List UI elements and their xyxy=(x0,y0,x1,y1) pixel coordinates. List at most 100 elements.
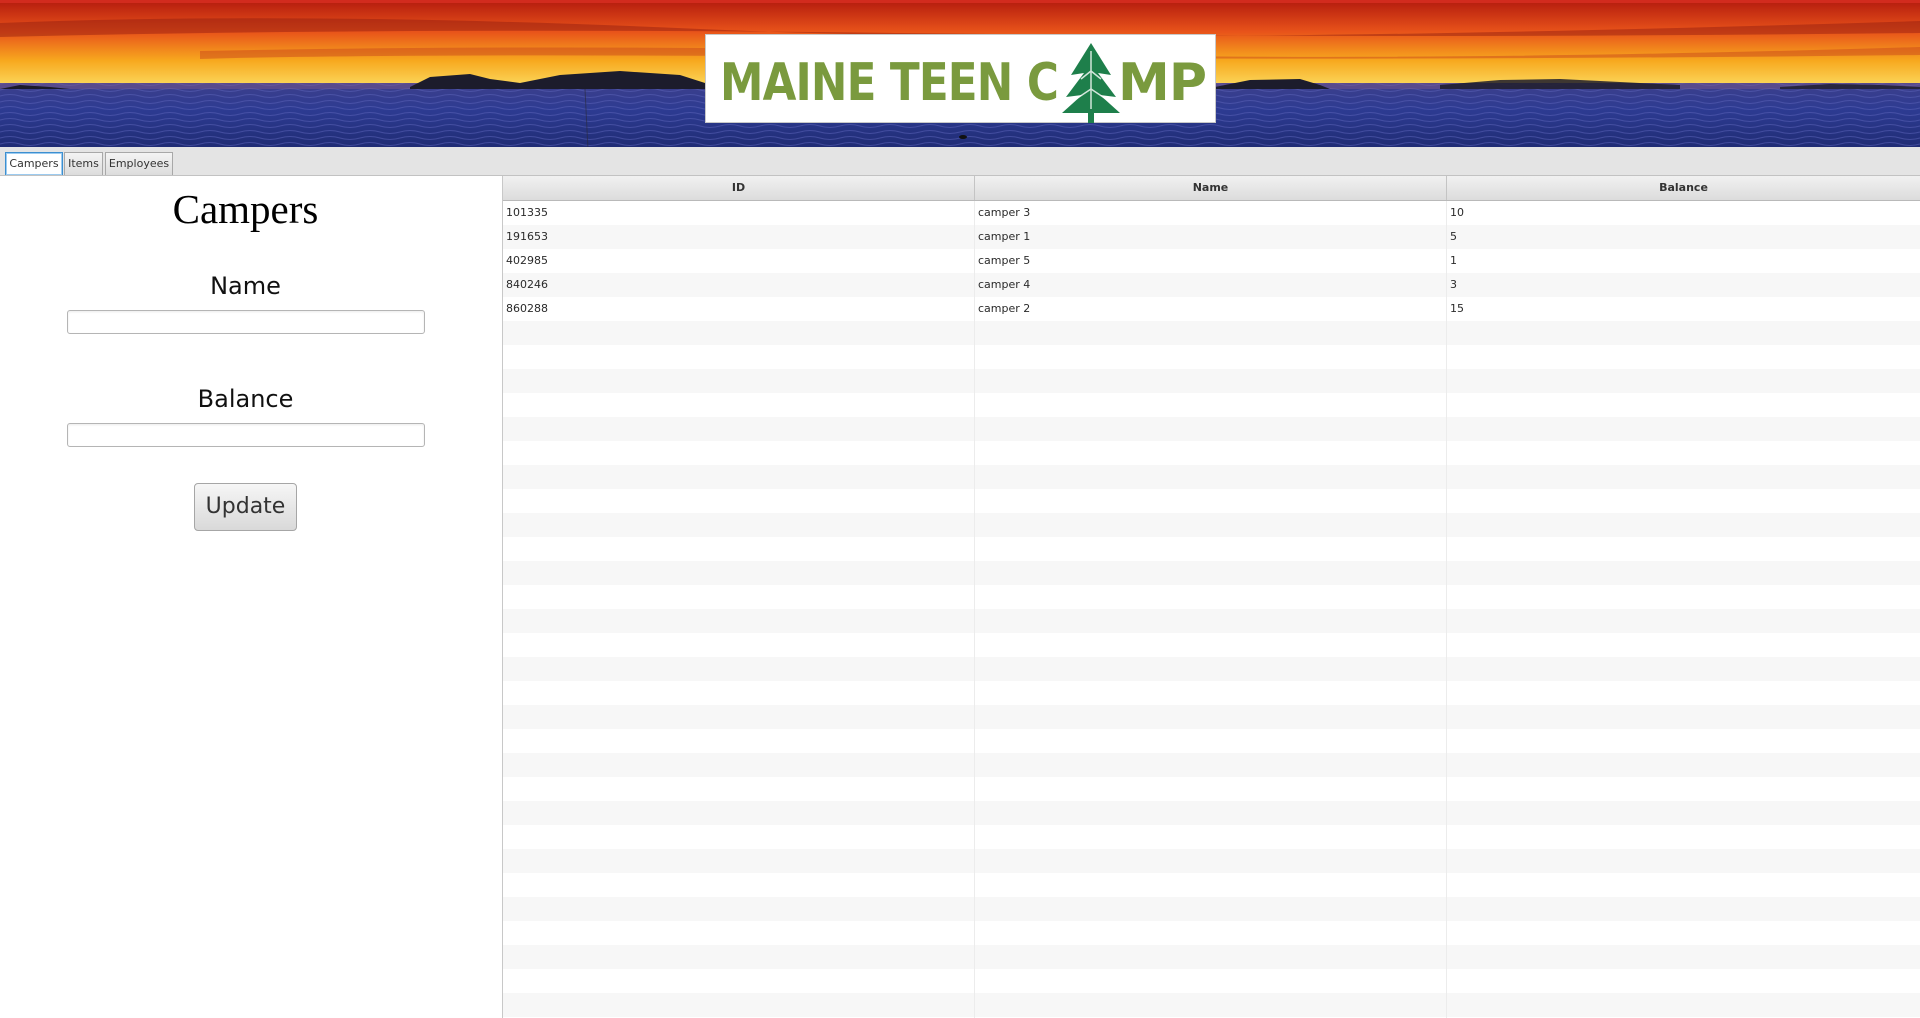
cell-balance: 15 xyxy=(1447,297,1920,321)
cell-balance xyxy=(1447,609,1920,633)
cell-id xyxy=(503,537,975,561)
table-row[interactable]: 840246 camper 43 xyxy=(503,273,1920,297)
tab-campers[interactable]: Campers xyxy=(5,152,63,175)
cell-id: 840246 xyxy=(503,273,975,297)
cell-id xyxy=(503,729,975,753)
cell-balance xyxy=(1447,537,1920,561)
cell-balance xyxy=(1447,705,1920,729)
cell-name xyxy=(975,321,1447,345)
cell-id xyxy=(503,777,975,801)
empty-table-row[interactable] xyxy=(503,321,1920,345)
cell-name xyxy=(975,393,1447,417)
empty-table-row[interactable] xyxy=(503,417,1920,441)
table-row[interactable]: 101335 camper 3 10 xyxy=(503,201,1920,225)
empty-table-row[interactable] xyxy=(503,729,1920,753)
empty-table-row[interactable] xyxy=(503,561,1920,585)
empty-table-row[interactable] xyxy=(503,441,1920,465)
cell-balance xyxy=(1447,897,1920,921)
cell-id xyxy=(503,561,975,585)
cell-balance xyxy=(1447,921,1920,945)
cell-name: camper 4 xyxy=(975,273,1447,297)
cell-name xyxy=(975,441,1447,465)
cell-id: 860288 xyxy=(503,297,975,321)
cell-name xyxy=(975,945,1447,969)
cell-name xyxy=(975,345,1447,369)
empty-table-row[interactable] xyxy=(503,753,1920,777)
cell-name: camper 5 xyxy=(975,249,1447,273)
cell-balance xyxy=(1447,561,1920,585)
empty-table-row[interactable] xyxy=(503,537,1920,561)
empty-table-row[interactable] xyxy=(503,849,1920,873)
cell-id xyxy=(503,753,975,777)
empty-table-row[interactable] xyxy=(503,897,1920,921)
cell-name xyxy=(975,873,1447,897)
cell-id xyxy=(503,657,975,681)
empty-table-row[interactable] xyxy=(503,777,1920,801)
table-row[interactable]: 402985 camper 51 xyxy=(503,249,1920,273)
empty-table-row[interactable] xyxy=(503,873,1920,897)
balance-input[interactable] xyxy=(67,423,425,447)
cell-name xyxy=(975,513,1447,537)
cell-name xyxy=(975,489,1447,513)
column-header-balance[interactable]: Balance xyxy=(1447,176,1920,200)
cell-name xyxy=(975,777,1447,801)
empty-table-row[interactable] xyxy=(503,345,1920,369)
cell-name xyxy=(975,849,1447,873)
cell-id xyxy=(503,393,975,417)
cell-balance xyxy=(1447,489,1920,513)
empty-table-row[interactable] xyxy=(503,825,1920,849)
empty-table-row[interactable] xyxy=(503,633,1920,657)
svg-text:MP: MP xyxy=(1118,53,1206,113)
empty-table-row[interactable] xyxy=(503,969,1920,993)
cell-balance xyxy=(1447,753,1920,777)
empty-table-row[interactable] xyxy=(503,465,1920,489)
camper-form: Campers Name Balance Update xyxy=(0,176,502,1018)
cell-name: camper 2 xyxy=(975,297,1447,321)
empty-table-row[interactable] xyxy=(503,801,1920,825)
cell-id xyxy=(503,417,975,441)
cell-balance xyxy=(1447,441,1920,465)
cell-balance: 5 xyxy=(1447,225,1920,249)
empty-table-row[interactable] xyxy=(503,657,1920,681)
cell-balance xyxy=(1447,321,1920,345)
cell-name xyxy=(975,609,1447,633)
empty-table-row[interactable] xyxy=(503,369,1920,393)
empty-table-row[interactable] xyxy=(503,921,1920,945)
cell-balance xyxy=(1447,777,1920,801)
empty-table-row[interactable] xyxy=(503,993,1920,1017)
cell-balance xyxy=(1447,729,1920,753)
cell-id xyxy=(503,585,975,609)
name-input[interactable] xyxy=(67,310,425,334)
empty-table-row[interactable] xyxy=(503,681,1920,705)
empty-table-row[interactable] xyxy=(503,585,1920,609)
campers-table[interactable]: ID Name Balance 101335 camper 3 10 191653 ca… xyxy=(502,176,1920,1018)
update-button[interactable]: Update xyxy=(194,483,297,531)
balance-label: Balance xyxy=(197,385,294,413)
cell-balance xyxy=(1447,849,1920,873)
empty-table-row[interactable] xyxy=(503,609,1920,633)
cell-balance xyxy=(1447,417,1920,441)
column-header-id[interactable]: ID xyxy=(503,176,975,200)
table-row[interactable]: 191653 camper 15 xyxy=(503,225,1920,249)
column-header-name[interactable]: Name xyxy=(975,176,1447,200)
empty-table-row[interactable] xyxy=(503,393,1920,417)
cell-id xyxy=(503,969,975,993)
cell-name xyxy=(975,705,1447,729)
cell-balance xyxy=(1447,993,1920,1017)
cell-name xyxy=(975,633,1447,657)
cell-balance xyxy=(1447,825,1920,849)
empty-table-row[interactable] xyxy=(503,705,1920,729)
empty-table-row[interactable] xyxy=(503,945,1920,969)
tab-employees[interactable]: Employees xyxy=(105,152,173,175)
svg-text:MAINE TEEN C: MAINE TEEN C xyxy=(720,53,1058,113)
cell-id xyxy=(503,633,975,657)
cell-balance xyxy=(1447,969,1920,993)
table-row[interactable]: 860288 camper 2 15 xyxy=(503,297,1920,321)
cell-name xyxy=(975,561,1447,585)
tab-items[interactable]: Items xyxy=(64,152,103,175)
cell-name xyxy=(975,801,1447,825)
cell-balance xyxy=(1447,513,1920,537)
empty-table-row[interactable] xyxy=(503,489,1920,513)
empty-table-row[interactable] xyxy=(503,513,1920,537)
cell-name xyxy=(975,825,1447,849)
